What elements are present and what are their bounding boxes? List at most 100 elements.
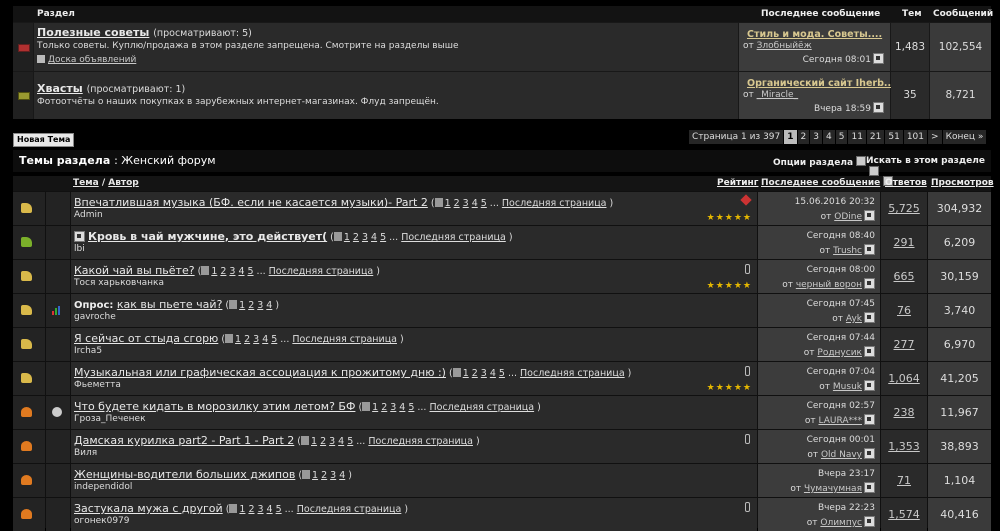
topic-link[interactable]: Какой чай вы пьёте? — [74, 264, 195, 277]
last-post-user[interactable]: Чумачумная — [804, 484, 862, 494]
topic-page-link[interactable]: 1 — [311, 436, 317, 447]
sort-by-author-link[interactable]: Автор — [108, 178, 139, 188]
topic-page-link[interactable]: 5 — [499, 368, 505, 379]
topic-link[interactable]: Впечатлившая музыка (БФ. если не касаетс… — [74, 196, 428, 209]
topic-page-link[interactable]: 4 — [399, 402, 405, 413]
subforum-link[interactable]: Доска объявлений — [37, 55, 136, 65]
topic-page-link[interactable]: 3 — [253, 334, 259, 345]
topic-page-link[interactable]: 3 — [481, 368, 487, 379]
topic-page-link[interactable]: 5 — [347, 436, 353, 447]
topic-page-link[interactable]: 1 — [372, 402, 378, 413]
topic-page-link[interactable]: 2 — [320, 436, 326, 447]
topic-page-link[interactable]: 4 — [339, 470, 345, 481]
topic-link[interactable]: Женщины-водители больших джипов — [74, 468, 295, 481]
last-page-link[interactable]: Последняя страница — [520, 368, 625, 379]
sort-by-last-post-link[interactable]: Последнее сообщение — [761, 178, 880, 188]
last-page-link[interactable]: Конец » — [942, 130, 987, 144]
replies-count[interactable]: 76 — [881, 304, 927, 317]
go-to-last-post-icon[interactable] — [864, 380, 875, 391]
page-link[interactable]: 1 — [784, 130, 797, 144]
go-to-last-post-icon[interactable] — [864, 482, 875, 493]
page-link[interactable]: 11 — [848, 130, 866, 144]
last-post-user[interactable]: Олимпус — [820, 518, 862, 528]
topic-page-link[interactable]: 5 — [380, 232, 386, 243]
topic-page-link[interactable]: 1 — [239, 300, 245, 311]
page-link[interactable]: 21 — [866, 130, 885, 144]
sort-by-views-link[interactable]: Просмотров — [931, 176, 994, 191]
topic-page-link[interactable]: 2 — [248, 300, 254, 311]
last-page-link[interactable]: Последняя страница — [502, 198, 607, 209]
topic-page-link[interactable]: 1 — [211, 266, 217, 277]
page-link[interactable]: 4 — [823, 130, 835, 144]
topic-page-link[interactable]: 1 — [445, 198, 451, 209]
sort-by-replies-link[interactable]: Ответов — [885, 176, 927, 191]
topic-page-link[interactable]: 2 — [381, 402, 387, 413]
go-to-last-post-icon[interactable] — [864, 244, 875, 255]
topic-link[interactable]: Застукала мужа с другой — [74, 502, 223, 515]
go-to-last-post-icon[interactable] — [864, 516, 875, 527]
sort-by-topic-link[interactable]: Тема — [73, 178, 99, 188]
go-to-last-post-icon[interactable] — [873, 102, 884, 113]
topic-link[interactable]: Я сейчас от стыда сгорю — [74, 332, 218, 345]
replies-count[interactable]: 277 — [881, 338, 927, 351]
page-link[interactable]: 3 — [810, 130, 822, 144]
go-to-last-post-icon[interactable] — [864, 414, 875, 425]
topic-page-link[interactable]: 3 — [390, 402, 396, 413]
last-post-title[interactable]: Стиль и мода. Советы.... — [747, 29, 882, 40]
last-post-title[interactable]: Органический сайт Iherb... — [747, 78, 895, 89]
topic-page-link[interactable]: 2 — [244, 334, 250, 345]
topic-page-link[interactable]: 4 — [262, 334, 268, 345]
replies-count[interactable]: 238 — [881, 406, 927, 419]
topic-page-link[interactable]: 4 — [472, 198, 478, 209]
last-post-user[interactable]: черный ворон — [796, 280, 862, 290]
topic-page-link[interactable]: 3 — [229, 266, 235, 277]
go-to-last-post-icon[interactable] — [864, 210, 875, 221]
topic-page-link[interactable]: 4 — [238, 266, 244, 277]
topic-link[interactable]: Кровь в чай мужчине, это действует( — [88, 230, 327, 243]
go-to-last-post-icon[interactable] — [864, 346, 875, 357]
topic-page-link[interactable]: 5 — [408, 402, 414, 413]
topic-page-link[interactable]: 3 — [362, 232, 368, 243]
last-post-user[interactable]: ODine — [834, 212, 862, 222]
topic-page-link[interactable]: 4 — [338, 436, 344, 447]
last-post-user[interactable]: Роднусик — [817, 348, 862, 358]
topic-page-link[interactable]: 4 — [266, 300, 272, 311]
topic-page-link[interactable]: 4 — [371, 232, 377, 243]
topic-page-link[interactable]: 2 — [472, 368, 478, 379]
last-post-user[interactable]: Musuk — [833, 382, 862, 392]
topic-page-link[interactable]: 4 — [490, 368, 496, 379]
topic-page-link[interactable]: 1 — [235, 334, 241, 345]
next-page-link[interactable]: > — [928, 130, 942, 144]
last-page-link[interactable]: Последняя страница — [292, 334, 397, 345]
new-posts-icon[interactable] — [74, 231, 85, 242]
last-page-link[interactable]: Последняя страница — [297, 504, 402, 515]
topic-page-link[interactable]: 3 — [329, 436, 335, 447]
topic-page-link[interactable]: 2 — [248, 504, 254, 515]
topic-page-link[interactable]: 1 — [463, 368, 469, 379]
last-page-link[interactable]: Последняя страница — [368, 436, 473, 447]
replies-count[interactable]: 665 — [881, 270, 927, 283]
topic-page-link[interactable]: 2 — [454, 198, 460, 209]
replies-count[interactable]: 71 — [881, 474, 927, 487]
topic-page-link[interactable]: 3 — [330, 470, 336, 481]
page-link[interactable]: 5 — [835, 130, 848, 144]
topic-page-link[interactable]: 5 — [271, 334, 277, 345]
replies-count[interactable]: 5,725 — [881, 202, 927, 215]
topic-page-link[interactable]: 3 — [258, 504, 264, 515]
last-page-link[interactable]: Последняя страница — [429, 402, 534, 413]
topic-page-link[interactable]: 5 — [481, 198, 487, 209]
last-post-user[interactable]: Trushc — [833, 246, 862, 256]
topic-link[interactable]: Дамская курилка part2 - Part 1 - Part 2 — [74, 434, 294, 447]
forum-link[interactable]: Хвасты — [37, 82, 83, 95]
forum-link[interactable]: Полезные советы — [37, 26, 149, 39]
topic-page-link[interactable]: 4 — [267, 504, 273, 515]
section-search-menu[interactable]: Искать в этом разделе — [866, 156, 991, 178]
last-post-user[interactable]: Злобныйёж — [757, 41, 812, 51]
page-link[interactable]: 101 — [903, 130, 928, 144]
topic-page-link[interactable]: 3 — [257, 300, 263, 311]
last-post-user[interactable]: _Miracle_ — [757, 90, 798, 100]
sort-by-rating-link[interactable]: Рейтинг — [717, 176, 758, 191]
page-link[interactable]: 2 — [797, 130, 810, 144]
replies-count[interactable]: 1,353 — [881, 440, 927, 453]
topic-page-link[interactable]: 2 — [220, 266, 226, 277]
